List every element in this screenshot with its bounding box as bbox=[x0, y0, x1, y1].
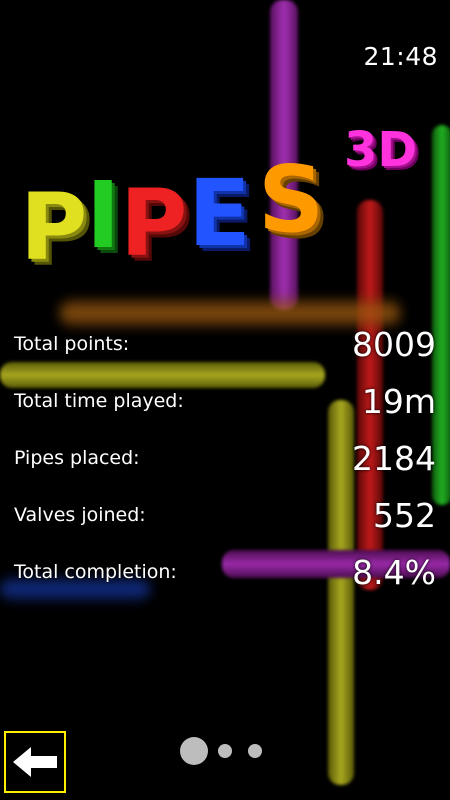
stat-row-valves-joined: Valves joined: 552 bbox=[0, 496, 450, 546]
stat-label: Total completion: bbox=[14, 561, 177, 583]
stat-value: 19m bbox=[361, 382, 436, 421]
stat-value: 2184 bbox=[352, 439, 436, 478]
page-dot[interactable] bbox=[248, 744, 262, 758]
logo-letter-i: I bbox=[86, 162, 121, 269]
stat-row-total-completion: Total completion: 8.4% bbox=[0, 553, 450, 603]
logo-letter-e: E bbox=[188, 160, 251, 267]
logo-letter-s: S bbox=[258, 146, 325, 253]
stat-label: Pipes placed: bbox=[14, 447, 140, 469]
left-arrow-icon bbox=[13, 747, 57, 777]
stat-row-total-points: Total points: 8009 bbox=[0, 325, 450, 375]
stat-label: Total time played: bbox=[14, 390, 184, 412]
back-button[interactable] bbox=[4, 731, 66, 793]
stat-row-time-played: Total time played: 19m bbox=[0, 382, 450, 432]
page-dot[interactable] bbox=[218, 744, 232, 758]
status-bar-time: 21:48 bbox=[363, 42, 438, 71]
logo-letter-p1: P bbox=[20, 174, 88, 281]
pipe-orange-horizontal bbox=[60, 300, 400, 326]
stat-label: Total points: bbox=[14, 333, 130, 355]
logo-3d-suffix: 3D bbox=[344, 122, 418, 178]
page-indicator bbox=[180, 735, 270, 765]
stat-value: 8.4% bbox=[352, 553, 436, 592]
stat-value: 552 bbox=[373, 496, 436, 535]
stat-label: Valves joined: bbox=[14, 504, 146, 526]
game-logo: P I P E S 3D bbox=[20, 120, 440, 290]
stat-row-pipes-placed: Pipes placed: 2184 bbox=[0, 439, 450, 489]
stat-value: 8009 bbox=[352, 325, 436, 364]
logo-letter-p2: P bbox=[120, 170, 188, 277]
page-dot-active[interactable] bbox=[180, 737, 208, 765]
